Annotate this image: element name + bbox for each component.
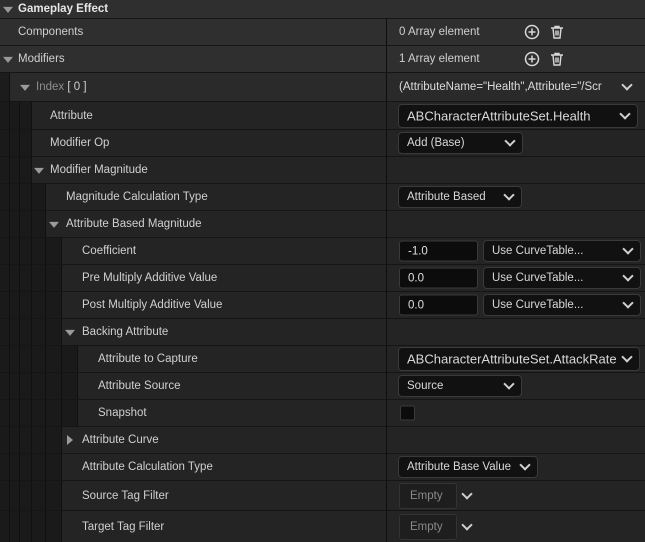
row-magnitude-calc-type: Magnitude Calculation Type Attribute Bas… <box>0 184 645 210</box>
attribute-curve-label: Attribute Curve <box>82 434 159 446</box>
collapse-arrow-icon[interactable] <box>49 221 59 228</box>
chevron-down-icon <box>503 189 515 201</box>
collapse-arrow-icon[interactable] <box>65 329 75 336</box>
coefficient-label: Coefficient <box>82 245 137 257</box>
modifier-op-combo[interactable]: Add (Base) <box>398 132 523 154</box>
row-modifier-op: Modifier Op Add (Base) <box>0 130 645 156</box>
row-components: Components 0 Array element <box>0 19 645 45</box>
row-index-0[interactable]: Index [ 0 ] (AttributeName="Health",Attr… <box>0 73 645 101</box>
row-attribute-to-capture: Attribute to Capture ABCharacterAttribut… <box>0 346 645 372</box>
attribute-calc-type-label: Attribute Calculation Type <box>82 461 213 473</box>
attribute-source-label: Attribute Source <box>98 380 181 392</box>
chevron-down-icon[interactable] <box>461 487 473 500</box>
row-coefficient: Coefficient -1.0 Use CurveTable... <box>0 238 645 264</box>
snapshot-label: Snapshot <box>98 407 147 419</box>
post-multiply-input[interactable]: 0.0 <box>399 294 478 316</box>
modifier-magnitude-label: Modifier Magnitude <box>50 164 148 176</box>
section-gameplay-effect[interactable]: Gameplay Effect <box>0 0 645 18</box>
index-label: Index [ 0 ] <box>36 81 87 93</box>
chevron-down-icon <box>621 351 633 363</box>
modifiers-count: 1 Array element <box>399 53 480 65</box>
collapse-arrow-icon[interactable] <box>3 6 13 13</box>
chevron-down-icon <box>503 378 515 390</box>
index-number: [ 0 ] <box>67 81 87 93</box>
collapse-arrow-icon[interactable] <box>20 84 30 91</box>
coefficient-curve-combo[interactable]: Use CurveTable... <box>483 240 641 262</box>
post-multiply-label: Post Multiply Additive Value <box>82 299 223 311</box>
add-element-icon[interactable] <box>524 51 540 67</box>
expand-arrow-icon[interactable] <box>67 435 73 445</box>
target-tag-filter-box[interactable]: Empty <box>399 513 457 540</box>
coefficient-input[interactable]: -1.0 <box>399 240 478 262</box>
components-count: 0 Array element <box>399 26 480 38</box>
chevron-down-icon[interactable] <box>621 79 633 91</box>
chevron-down-icon <box>519 459 531 471</box>
attribute-calc-type-combo[interactable]: Attribute Base Value <box>398 456 538 478</box>
attribute-based-magnitude-label: Attribute Based Magnitude <box>66 218 202 230</box>
pre-multiply-label: Pre Multiply Additive Value <box>82 272 218 284</box>
post-multiply-curve-combo[interactable]: Use CurveTable... <box>483 294 641 316</box>
row-modifiers[interactable]: Modifiers 1 Array element <box>0 46 645 72</box>
modifiers-label: Modifiers <box>18 53 65 65</box>
row-attribute-source: Attribute Source Source <box>0 373 645 399</box>
chevron-down-icon <box>622 297 634 309</box>
delete-elements-icon[interactable] <box>549 24 565 40</box>
chevron-down-icon <box>504 135 516 147</box>
chevron-down-icon <box>622 270 634 282</box>
source-tag-filter-box[interactable]: Empty <box>399 482 457 509</box>
row-attribute-curve[interactable]: Attribute Curve <box>0 427 645 453</box>
attribute-source-combo[interactable]: Source <box>398 375 522 397</box>
delete-elements-icon[interactable] <box>549 51 565 67</box>
pre-multiply-input[interactable]: 0.0 <box>399 267 478 289</box>
index-summary: (AttributeName="Health",Attribute="/Scr <box>399 81 602 93</box>
backing-attribute-label: Backing Attribute <box>82 326 169 338</box>
source-tag-filter-label: Source Tag Filter <box>82 489 169 502</box>
collapse-arrow-icon[interactable] <box>34 167 44 174</box>
row-modifier-magnitude[interactable]: Modifier Magnitude <box>0 157 645 183</box>
modifier-op-label: Modifier Op <box>50 137 110 149</box>
chevron-down-icon <box>619 107 631 120</box>
add-element-icon[interactable] <box>524 24 540 40</box>
attribute-to-capture-combo[interactable]: ABCharacterAttributeSet.AttackRate <box>398 347 640 371</box>
row-attribute-calc-type: Attribute Calculation Type Attribute Bas… <box>0 454 645 480</box>
row-attribute-based-magnitude[interactable]: Attribute Based Magnitude <box>0 211 645 237</box>
magnitude-calc-type-label: Magnitude Calculation Type <box>66 191 208 203</box>
magnitude-calc-type-combo[interactable]: Attribute Based <box>398 186 522 208</box>
row-backing-attribute[interactable]: Backing Attribute <box>0 319 645 345</box>
target-tag-filter-label: Target Tag Filter <box>82 520 165 533</box>
attribute-to-capture-label: Attribute to Capture <box>98 353 198 365</box>
chevron-down-icon[interactable] <box>461 518 473 531</box>
row-target-tag-filter: Target Tag Filter Empty <box>0 511 645 542</box>
row-snapshot: Snapshot <box>0 400 645 426</box>
snapshot-checkbox[interactable] <box>400 405 415 421</box>
components-label: Components <box>18 26 84 38</box>
section-title: Gameplay Effect <box>18 3 109 15</box>
chevron-down-icon <box>622 243 634 255</box>
pre-multiply-curve-combo[interactable]: Use CurveTable... <box>483 267 641 289</box>
attribute-combo[interactable]: ABCharacterAttributeSet.Health <box>398 103 638 128</box>
row-post-multiply: Post Multiply Additive Value 0.0 Use Cur… <box>0 292 645 318</box>
collapse-arrow-icon[interactable] <box>3 56 13 63</box>
row-source-tag-filter: Source Tag Filter Empty <box>0 481 645 510</box>
attribute-label: Attribute <box>50 109 93 122</box>
row-attribute: Attribute ABCharacterAttributeSet.Health <box>0 102 645 129</box>
row-pre-multiply: Pre Multiply Additive Value 0.0 Use Curv… <box>0 265 645 291</box>
